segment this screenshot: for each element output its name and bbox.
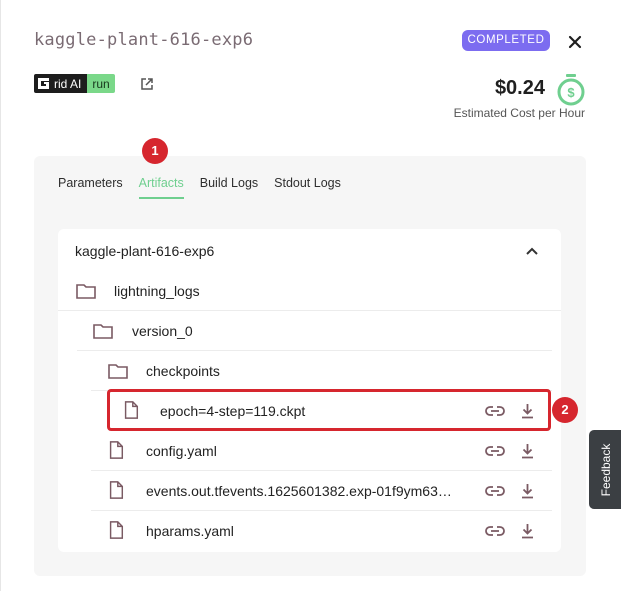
- experiment-detail-panel: kaggle-plant-616-exp6 COMPLETED rid AI r…: [0, 0, 621, 591]
- tab-parameters[interactable]: Parameters: [58, 176, 123, 199]
- tree-row-folder[interactable]: version_0: [77, 311, 552, 351]
- chevron-up-icon[interactable]: [524, 244, 540, 258]
- cost-value: $0.24: [494, 77, 545, 99]
- tree-row-label: config.yaml: [146, 443, 217, 459]
- download-icon[interactable]: [520, 443, 535, 459]
- grid-ai-logo: rid AI: [34, 74, 88, 93]
- copy-link-icon[interactable]: [485, 523, 505, 539]
- tree-row-file[interactable]: config.yaml: [91, 431, 552, 471]
- folder-icon: [76, 284, 96, 299]
- feedback-label: Feedback: [598, 443, 613, 496]
- svg-text:$: $: [567, 85, 575, 100]
- file-icon: [109, 521, 124, 539]
- external-link-icon[interactable]: [140, 77, 154, 91]
- grid-ai-run-tag: rid AI run: [34, 74, 115, 93]
- download-icon[interactable]: [520, 523, 535, 539]
- artifact-root-title: kaggle-plant-616-exp6: [75, 243, 215, 259]
- tab-artifacts[interactable]: Artifacts: [138, 176, 184, 199]
- copy-link-icon[interactable]: [485, 483, 505, 499]
- tree-row-folder[interactable]: checkpoints: [91, 351, 552, 391]
- annotation-marker-1: 1: [142, 138, 168, 164]
- annotation-marker-2: 2: [552, 397, 578, 423]
- tree-row-label: checkpoints: [146, 363, 220, 379]
- tree-row-label: lightning_logs: [114, 283, 200, 299]
- download-icon[interactable]: [520, 483, 535, 499]
- grid-logo-icon: [38, 78, 49, 89]
- folder-icon: [108, 364, 128, 379]
- tree-row-label: events.out.tfevents.1625601382.exp-01f9y…: [146, 483, 452, 499]
- annotation-highlight-box: [107, 389, 551, 431]
- folder-icon: [93, 324, 113, 339]
- experiment-title: kaggle-plant-616-exp6: [34, 30, 254, 50]
- grid-ai-brand-text: rid AI: [54, 76, 82, 91]
- stopwatch-dollar-icon: $: [557, 74, 585, 106]
- close-icon[interactable]: [564, 31, 586, 53]
- feedback-tab[interactable]: Feedback: [589, 430, 621, 509]
- tab-bar: Parameters Artifacts Build Logs Stdout L…: [58, 176, 341, 199]
- copy-link-icon[interactable]: [485, 443, 505, 459]
- tree-row-label: hparams.yaml: [146, 523, 234, 539]
- tree-row-file[interactable]: events.out.tfevents.1625601382.exp-01f9y…: [91, 471, 552, 511]
- tab-stdout-logs[interactable]: Stdout Logs: [274, 176, 341, 199]
- tree-row-folder[interactable]: lightning_logs: [58, 271, 561, 311]
- file-icon: [109, 441, 124, 459]
- file-icon: [109, 481, 124, 499]
- tree-row-file[interactable]: hparams.yaml: [91, 511, 552, 551]
- tree-row-label: version_0: [132, 323, 193, 339]
- tab-build-logs[interactable]: Build Logs: [200, 176, 258, 199]
- run-label: run: [87, 74, 115, 93]
- cost-label: Estimated Cost per Hour: [453, 106, 585, 120]
- status-badge: COMPLETED: [462, 30, 550, 51]
